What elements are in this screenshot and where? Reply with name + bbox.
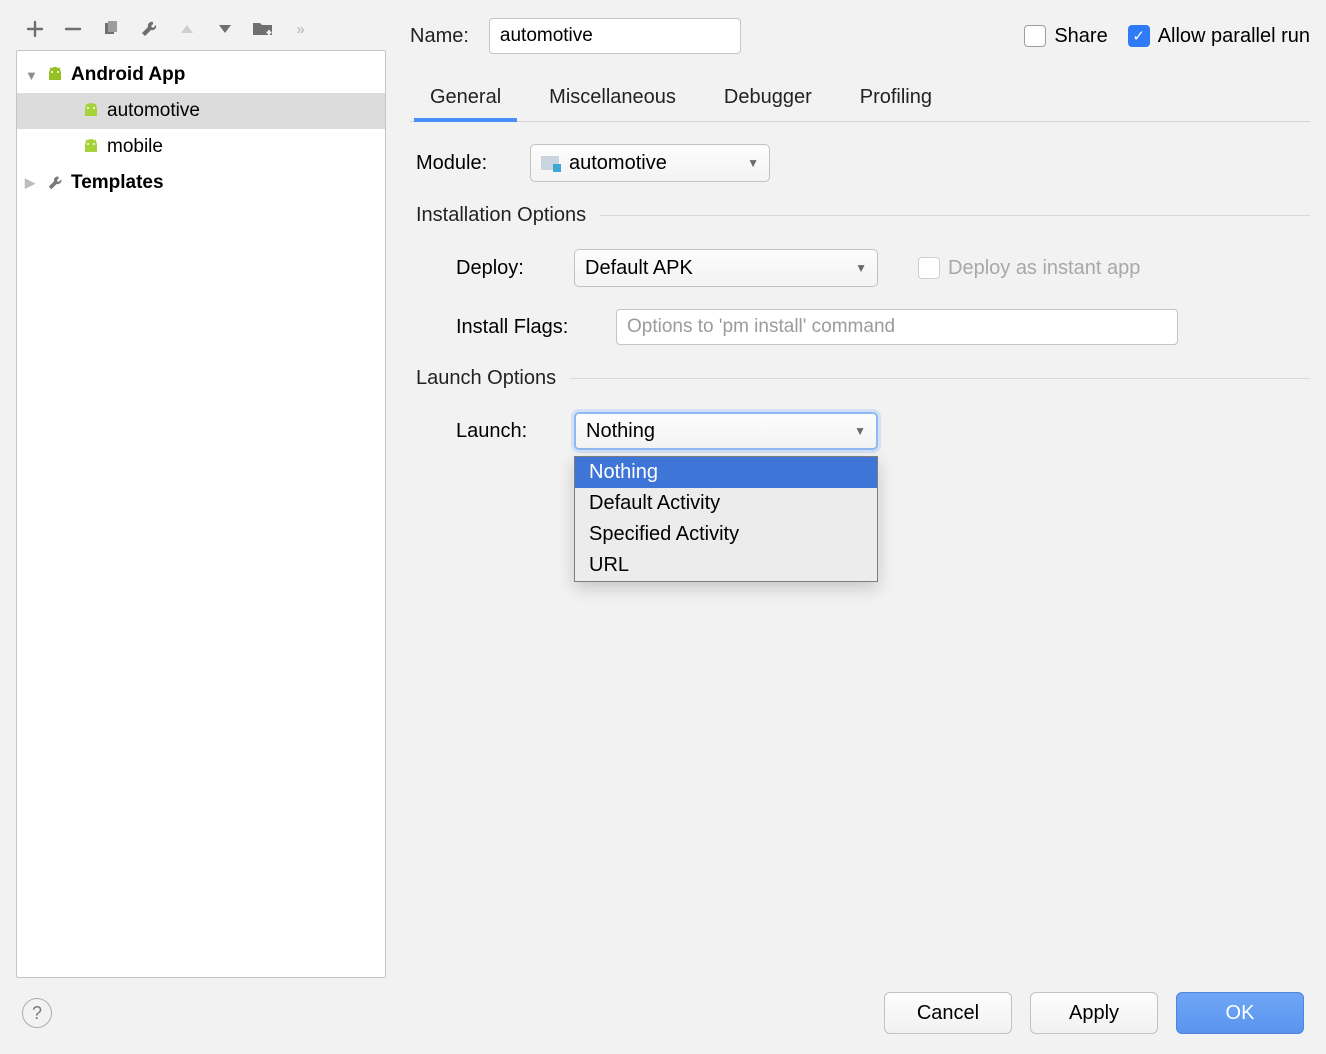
tree-node-android-app[interactable]: ▼ Android App xyxy=(17,57,385,93)
android-icon xyxy=(81,103,101,119)
add-icon[interactable] xyxy=(24,18,46,40)
move-down-icon[interactable] xyxy=(214,18,236,40)
divider xyxy=(600,215,1310,216)
dialog-footer: ? Cancel Apply OK xyxy=(0,978,1326,1054)
launch-option-default-activity[interactable]: Default Activity xyxy=(575,488,877,519)
folder-add-icon[interactable] xyxy=(252,18,274,40)
launch-option-url[interactable]: URL xyxy=(575,550,877,581)
wrench-icon xyxy=(45,174,65,192)
deploy-label: Deploy: xyxy=(456,257,552,280)
module-icon xyxy=(541,156,559,170)
install-flags-input[interactable] xyxy=(616,309,1178,345)
checkbox-checked-icon: ✓ xyxy=(1128,25,1150,47)
move-up-icon xyxy=(176,18,198,40)
deploy-instant-label: Deploy as instant app xyxy=(948,257,1140,280)
install-flags-label: Install Flags: xyxy=(456,316,594,339)
chevron-down-icon: ▼ xyxy=(855,261,867,275)
tab-bar: General Miscellaneous Debugger Profiling xyxy=(410,78,1310,122)
tree-node-label: Android App xyxy=(71,64,185,86)
launch-dropdown: Nothing Default Activity Specified Activ… xyxy=(574,456,878,582)
launch-label: Launch: xyxy=(456,420,552,443)
tree-node-mobile[interactable]: mobile xyxy=(17,129,385,165)
launch-option-nothing[interactable]: Nothing xyxy=(575,457,877,488)
tab-general[interactable]: General xyxy=(428,78,503,121)
module-value: automotive xyxy=(569,152,667,175)
sidebar-toolbar: » xyxy=(16,12,386,50)
apply-button[interactable]: Apply xyxy=(1030,992,1158,1034)
help-icon[interactable]: ? xyxy=(22,998,52,1028)
cancel-button[interactable]: Cancel xyxy=(884,992,1012,1034)
install-section-title: Installation Options xyxy=(416,204,586,227)
tab-profiling[interactable]: Profiling xyxy=(858,78,934,121)
tree-node-templates[interactable]: ▶ Templates xyxy=(17,165,385,201)
ok-button[interactable]: OK xyxy=(1176,992,1304,1034)
tree-node-automotive[interactable]: automotive xyxy=(17,93,385,129)
deploy-select[interactable]: Default APK ▼ xyxy=(574,249,878,287)
chevron-right-icon[interactable]: ▶ xyxy=(25,175,39,191)
allow-parallel-label: Allow parallel run xyxy=(1158,25,1310,48)
tree-node-label: automotive xyxy=(107,100,200,122)
android-icon xyxy=(81,139,101,155)
chevron-down-icon: ▼ xyxy=(747,156,759,170)
config-panel: Name: Share ✓ Allow parallel run General… xyxy=(410,12,1310,978)
checkbox-icon xyxy=(918,257,940,279)
share-label: Share xyxy=(1054,25,1107,48)
wrench-icon[interactable] xyxy=(138,18,160,40)
deploy-value: Default APK xyxy=(585,257,693,280)
sidebar: » ▼ Android App automotive xyxy=(16,12,386,978)
tree-node-label: mobile xyxy=(107,136,163,158)
launch-option-specified-activity[interactable]: Specified Activity xyxy=(575,519,877,550)
name-input[interactable] xyxy=(489,18,741,54)
tab-debugger[interactable]: Debugger xyxy=(722,78,814,121)
copy-icon[interactable] xyxy=(100,18,122,40)
share-checkbox[interactable]: Share xyxy=(1024,25,1107,48)
divider xyxy=(570,378,1310,379)
more-icon[interactable]: » xyxy=(290,18,312,40)
checkbox-icon xyxy=(1024,25,1046,47)
tab-miscellaneous[interactable]: Miscellaneous xyxy=(547,78,678,121)
module-select[interactable]: automotive ▼ xyxy=(530,144,770,182)
android-icon xyxy=(45,67,65,83)
tree-node-label: Templates xyxy=(71,172,164,194)
launch-section-title: Launch Options xyxy=(416,367,556,390)
name-label: Name: xyxy=(410,25,469,48)
launch-value: Nothing xyxy=(586,420,655,443)
chevron-down-icon: ▼ xyxy=(854,424,866,438)
module-label: Module: xyxy=(416,152,508,175)
launch-select[interactable]: Nothing ▼ xyxy=(574,412,878,450)
deploy-instant-checkbox: Deploy as instant app xyxy=(918,257,1140,280)
chevron-down-icon[interactable]: ▼ xyxy=(25,68,39,83)
remove-icon[interactable] xyxy=(62,18,84,40)
allow-parallel-checkbox[interactable]: ✓ Allow parallel run xyxy=(1128,25,1310,48)
config-tree: ▼ Android App automotive mobi xyxy=(16,50,386,978)
